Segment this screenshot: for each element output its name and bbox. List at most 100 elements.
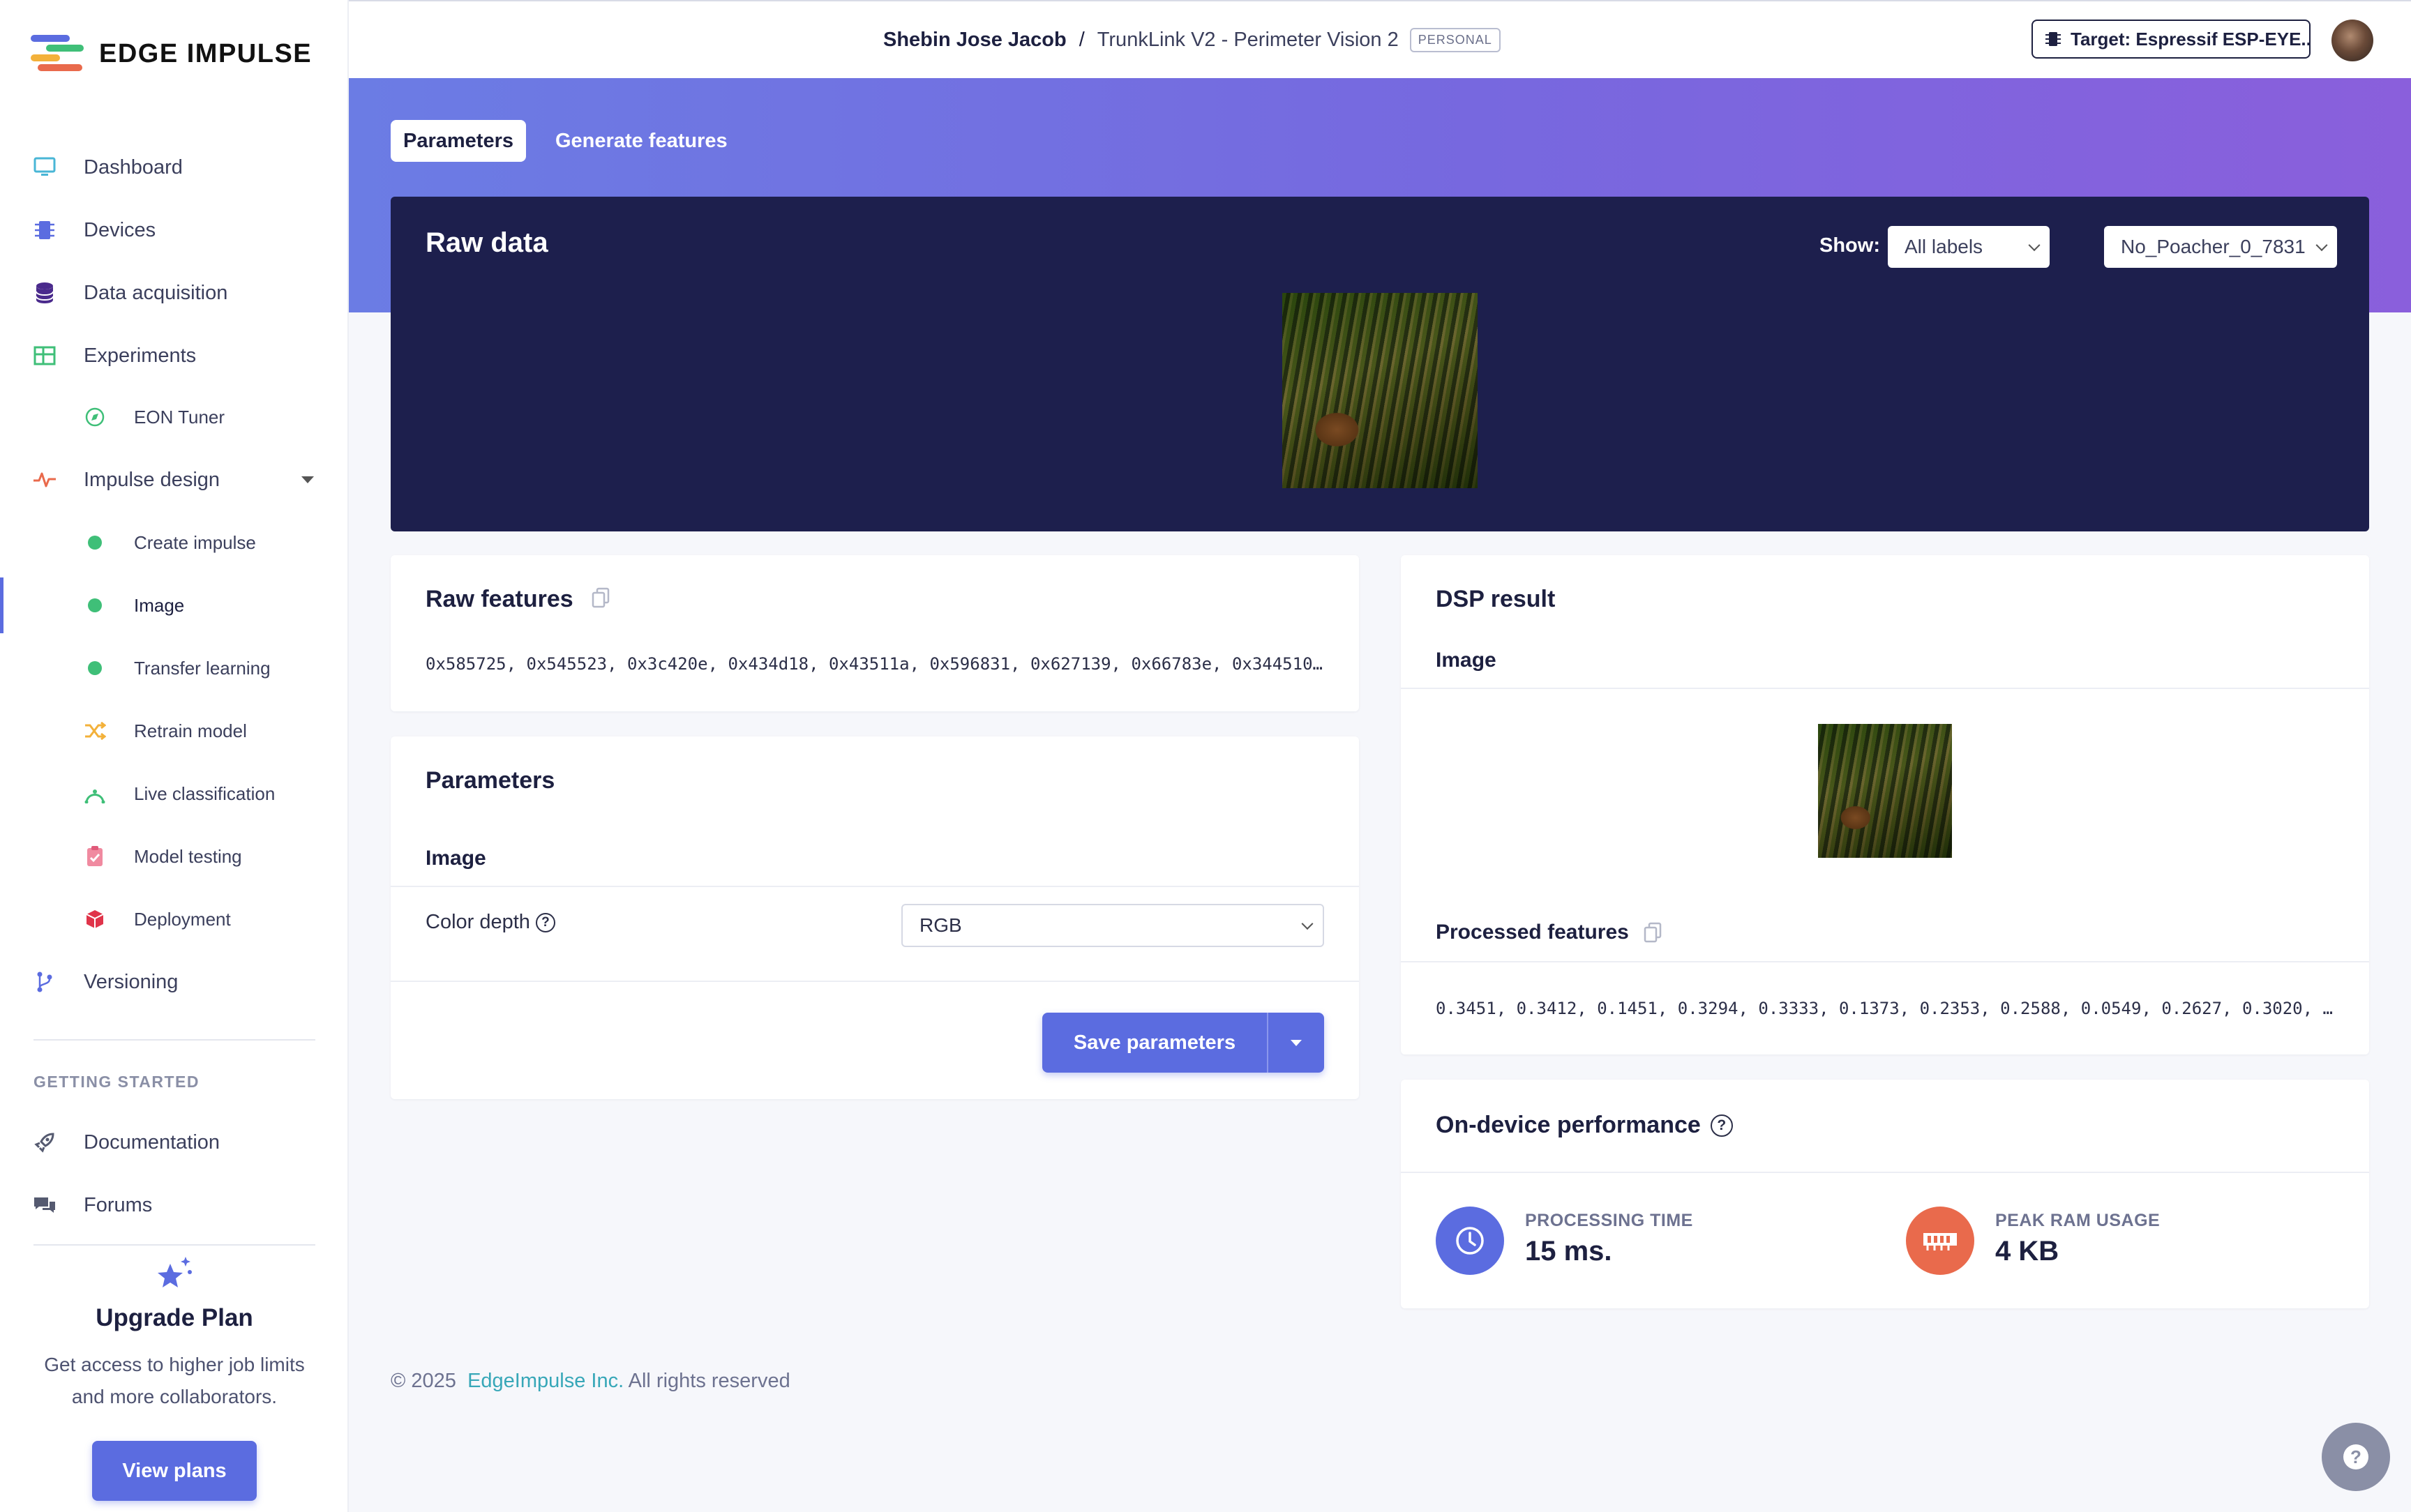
dsp-result-card: DSP result Image Processed features 0.34…: [1401, 555, 2369, 1054]
image-section-heading: Image: [426, 847, 486, 870]
color-depth-label: Color depth ?: [426, 911, 555, 934]
sidebar-item-label: Live classification: [134, 783, 276, 804]
raw-features-card: Raw features 0x585725, 0x545523, 0x3c420…: [391, 555, 1359, 711]
sidebar-item-data-acquisition[interactable]: Data acquisition: [0, 265, 349, 321]
breadcrumb-separator: /: [1079, 29, 1085, 51]
table-icon: [32, 343, 57, 368]
raw-sample-image: [1282, 293, 1478, 488]
sidebar-item-image[interactable]: Image: [0, 577, 349, 633]
upgrade-plan-panel: Upgrade Plan Get access to higher job li…: [0, 1254, 349, 1501]
copy-icon[interactable]: [1644, 922, 1662, 943]
sidebar-item-impulse-design[interactable]: Impulse design: [0, 452, 349, 508]
sparkle-star-icon: [153, 1254, 195, 1296]
sidebar-item-forums[interactable]: Forums: [0, 1177, 349, 1233]
sidebar-item-label: Impulse design: [84, 468, 220, 491]
chip-icon: [32, 218, 57, 243]
breadcrumb-owner[interactable]: Shebin Jose Jacob: [883, 29, 1067, 52]
sidebar-item-label: Data acquisition: [84, 281, 228, 304]
tab-parameters[interactable]: Parameters: [391, 120, 526, 162]
sidebar-item-retrain-model[interactable]: Retrain model: [0, 703, 349, 759]
color-depth-select[interactable]: RGB: [901, 904, 1324, 947]
divider: [391, 886, 1359, 887]
raw-data-title: Raw data: [426, 227, 548, 258]
target-device-button[interactable]: Target: Espressif ESP-EYE...: [2031, 20, 2311, 59]
sample-value: No_Poacher_0_7831: [2121, 236, 2306, 257]
pulse-icon: [32, 467, 57, 492]
sidebar-item-create-impulse[interactable]: Create impulse: [0, 515, 349, 570]
upgrade-plan-title: Upgrade Plan: [96, 1304, 253, 1331]
sidebar: EDGE IMPULSE Dashboard Devices Data acqu…: [0, 0, 349, 1512]
box-icon: [84, 908, 106, 930]
sidebar-item-label: Devices: [84, 218, 156, 241]
sidebar-item-label: Model testing: [134, 845, 242, 867]
footer: © 2025 EdgeImpulse Inc. All rights reser…: [391, 1370, 790, 1393]
database-icon: [32, 280, 57, 305]
sidebar-item-deployment[interactable]: Deployment: [0, 891, 349, 947]
save-parameters-button[interactable]: Save parameters: [1042, 1013, 1267, 1073]
sidebar-item-documentation[interactable]: Documentation: [0, 1114, 349, 1170]
footer-company-link[interactable]: EdgeImpulse Inc.: [467, 1370, 624, 1392]
sidebar-divider: [33, 1039, 315, 1041]
sidebar-item-versioning[interactable]: Versioning: [0, 954, 349, 1010]
processed-features-values: 0.3451, 0.3412, 0.1451, 0.3294, 0.3333, …: [1436, 999, 2333, 1018]
help-icon[interactable]: ?: [535, 912, 555, 932]
sidebar-item-dashboard[interactable]: Dashboard: [0, 139, 349, 195]
sidebar-divider: [33, 1244, 315, 1246]
memory-icon: [1906, 1207, 1974, 1275]
sidebar-item-label: Experiments: [84, 344, 197, 367]
performance-header: On-device performance ?: [1436, 1112, 1733, 1139]
parameters-card: Parameters Image Color depth ? RGB Save …: [391, 736, 1359, 1099]
save-options-dropdown[interactable]: [1267, 1013, 1324, 1073]
sidebar-item-experiments[interactable]: Experiments: [0, 328, 349, 384]
label-filter-select[interactable]: All labels: [1888, 226, 2050, 268]
dsp-tabs: Parameters Generate features: [391, 120, 740, 162]
project-type-badge: PERSONAL: [1409, 28, 1501, 52]
getting-started-heading: GETTING STARTED: [33, 1073, 200, 1091]
color-depth-label-text: Color depth: [426, 911, 530, 933]
sample-select[interactable]: No_Poacher_0_7831: [2104, 226, 2337, 268]
sidebar-item-label: Deployment: [134, 908, 231, 930]
sidebar-item-label: Image: [134, 594, 185, 616]
footer-copyright: © 2025: [391, 1370, 456, 1392]
performance-title: On-device performance: [1436, 1112, 1701, 1138]
parameters-title: Parameters: [426, 767, 555, 794]
caret-down-icon: [1291, 1039, 1302, 1046]
top-bar: Shebin Jose Jacob / TrunkLink V2 - Perim…: [349, 0, 2411, 78]
sidebar-item-devices[interactable]: Devices: [0, 202, 349, 258]
on-device-performance-card: On-device performance ? PROCESSING TIME …: [1401, 1080, 2369, 1308]
sidebar-item-label: Versioning: [84, 970, 179, 993]
chevron-down-icon: [1301, 918, 1314, 930]
sidebar-item-label: Forums: [84, 1193, 153, 1216]
sidebar-item-live-classification[interactable]: Live classification: [0, 766, 349, 822]
divider: [1401, 961, 2369, 962]
user-avatar[interactable]: [2331, 20, 2373, 61]
sidebar-item-eon-tuner[interactable]: EON Tuner: [0, 389, 349, 445]
raw-data-panel: Raw data Show: All labels No_Poacher_0_7…: [391, 197, 2369, 531]
dsp-image-heading: Image: [1436, 649, 1496, 672]
clipboard-check-icon: [84, 845, 106, 868]
help-icon[interactable]: ?: [1710, 1114, 1733, 1137]
copy-icon[interactable]: [592, 587, 610, 608]
upgrade-plan-text: Get access to higher job limits and more…: [44, 1354, 305, 1407]
color-depth-value: RGB: [919, 914, 962, 936]
breadcrumb-project[interactable]: TrunkLink V2 - Perimeter Vision 2: [1097, 29, 1399, 52]
raw-features-title: Raw features: [426, 586, 573, 612]
sidebar-item-model-testing[interactable]: Model testing: [0, 829, 349, 884]
brand-logo[interactable]: EDGE IMPULSE: [31, 35, 312, 73]
raw-features-values: 0x585725, 0x545523, 0x3c420e, 0x434d18, …: [426, 654, 1323, 674]
chevron-down-icon: [2315, 239, 2328, 252]
tab-generate-features[interactable]: Generate features: [543, 120, 740, 162]
sidebar-item-label: Create impulse: [134, 531, 256, 553]
edge-impulse-logo-icon: [31, 35, 84, 73]
brand-name: EDGE IMPULSE: [99, 38, 313, 68]
processing-time-label: PROCESSING TIME: [1525, 1211, 1693, 1230]
save-parameters-group: Save parameters: [1042, 1013, 1324, 1073]
show-label: Show:: [1819, 234, 1880, 257]
breadcrumb: Shebin Jose Jacob / TrunkLink V2 - Perim…: [883, 28, 1501, 52]
chevron-down-icon[interactable]: [301, 476, 314, 483]
view-plans-button[interactable]: View plans: [92, 1441, 257, 1501]
help-button[interactable]: ?: [2322, 1423, 2390, 1491]
sidebar-item-transfer-learning[interactable]: Transfer learning: [0, 640, 349, 696]
footer-rights: All rights reserved: [628, 1370, 790, 1392]
divider: [391, 981, 1359, 982]
